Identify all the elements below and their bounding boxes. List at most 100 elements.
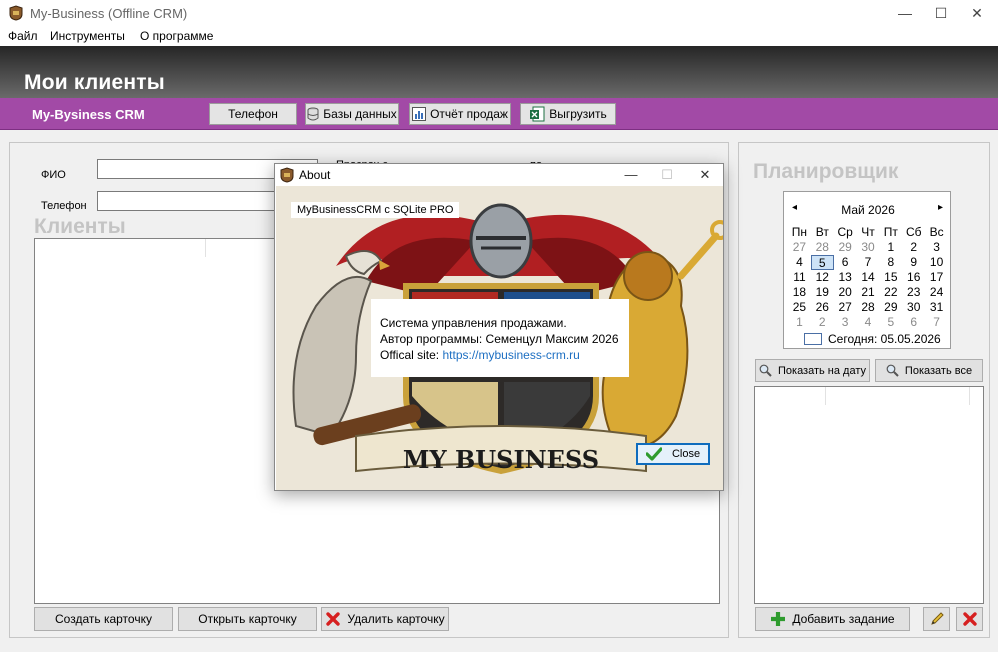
weekday-header: Пн — [791, 225, 808, 239]
calendar-day[interactable]: 17 — [925, 270, 948, 285]
calendar-day[interactable]: 9 — [902, 255, 925, 270]
delete-card-label: Удалить карточку — [347, 612, 445, 626]
page-title: Мои клиенты — [24, 71, 165, 94]
menu-about[interactable]: О программе — [140, 29, 213, 43]
open-card-button[interactable]: Открыть карточку — [178, 607, 317, 631]
calendar-day[interactable]: 3 — [834, 315, 857, 330]
weekday-header: Сб — [905, 225, 922, 239]
open-card-label: Открыть карточку — [198, 612, 297, 626]
calendar-day[interactable]: 10 — [925, 255, 948, 270]
phone-label: Телефон — [41, 200, 87, 212]
calendar-day[interactable]: 11 — [788, 270, 811, 285]
delete-task-button[interactable] — [956, 607, 983, 631]
dialog-minimize-button[interactable]: — — [613, 164, 649, 186]
about-author: Автор программы: Семенцул Максим 2026 — [380, 332, 619, 346]
magnifier-icon — [759, 364, 772, 377]
calendar-day-today[interactable]: 5 — [810, 255, 834, 270]
menu-tools[interactable]: Инструменты — [50, 29, 125, 43]
today-marker-icon — [804, 333, 822, 345]
close-window-button[interactable]: ✕ — [954, 0, 998, 26]
calendar-day[interactable]: 28 — [857, 300, 880, 315]
delete-icon — [326, 612, 341, 626]
databases-button-label: Базы данных — [323, 107, 397, 121]
phone-button[interactable]: Телефон — [209, 103, 297, 125]
calendar-day[interactable]: 6 — [834, 255, 857, 270]
sales-report-button[interactable]: Отчёт продаж — [409, 103, 511, 125]
weekday-header: Вт — [815, 225, 829, 239]
site-link[interactable]: https://mybusiness-crm.ru — [442, 348, 579, 362]
calendar-day[interactable]: 7 — [857, 255, 880, 270]
tasks-list[interactable] — [754, 386, 984, 604]
calendar-day[interactable]: 1 — [788, 315, 811, 330]
dialog-title-bar: About — ☐ ✕ — [275, 164, 723, 186]
dialog-close-x-button[interactable]: ✕ — [687, 164, 723, 186]
calendar-day[interactable]: 21 — [857, 285, 880, 300]
add-task-button[interactable]: Добавить задание — [755, 607, 910, 631]
show-all-button[interactable]: Показать все — [875, 359, 983, 382]
about-site-row: Offical site: https://mybusiness-crm.ru — [380, 348, 580, 362]
menu-file[interactable]: Файл — [8, 29, 38, 43]
calendar-day[interactable]: 23 — [902, 285, 925, 300]
calendar-day[interactable]: 30 — [902, 300, 925, 315]
calendar-day[interactable]: 20 — [834, 285, 857, 300]
weekday-header: Чт — [861, 225, 875, 239]
calendar-day[interactable]: 26 — [811, 300, 834, 315]
about-description: Система управления продажами. — [380, 316, 567, 330]
month-calendar[interactable]: ◂ Май 2026 ▸ Пн Вт Ср Чт Пт Сб Вс 27 28 29 30 1 2 3 4 5… — [783, 191, 951, 349]
calendar-day[interactable]: 29 — [879, 300, 902, 315]
calendar-day[interactable]: 29 — [834, 240, 857, 255]
create-card-label: Создать карточку — [55, 612, 152, 626]
add-task-label: Добавить задание — [792, 612, 895, 626]
weekday-header: Ср — [837, 225, 853, 239]
export-button[interactable]: Выгрузить — [520, 103, 616, 125]
calendar-day[interactable]: 12 — [811, 270, 834, 285]
calendar-day[interactable]: 27 — [834, 300, 857, 315]
calendar-day[interactable]: 4 — [788, 255, 811, 270]
calendar-day[interactable]: 2 — [902, 240, 925, 255]
calendar-day[interactable]: 28 — [811, 240, 834, 255]
toolbar: My-Bysiness CRM Телефон Базы данных Отчё… — [0, 98, 998, 130]
calendar-day[interactable]: 5 — [879, 315, 902, 330]
calendar-today-row[interactable]: Сегодня: 05.05.2026 — [804, 332, 941, 346]
header-banner: Мои клиенты — [0, 46, 998, 98]
art-motto: MY BUSINESS — [403, 445, 599, 474]
bar-chart-icon — [412, 107, 427, 121]
magnifier-icon — [886, 364, 899, 377]
create-card-button[interactable]: Создать карточку — [34, 607, 173, 631]
show-by-date-label: Показать на дату — [777, 364, 867, 377]
delete-card-button[interactable]: Удалить карточку — [321, 607, 449, 631]
calendar-day[interactable]: 31 — [925, 300, 948, 315]
calendar-day[interactable]: 6 — [902, 315, 925, 330]
database-icon — [307, 107, 319, 121]
calendar-day[interactable]: 15 — [879, 270, 902, 285]
calendar-day[interactable]: 2 — [811, 315, 834, 330]
calendar-day[interactable]: 7 — [925, 315, 948, 330]
about-info-box: Система управления продажами. Автор прог… — [371, 299, 629, 377]
show-by-date-button[interactable]: Показать на дату — [755, 359, 870, 382]
calendar-day[interactable]: 30 — [857, 240, 880, 255]
calendar-day[interactable]: 24 — [925, 285, 948, 300]
close-button[interactable]: Close — [636, 443, 710, 465]
calendar-day[interactable]: 14 — [857, 270, 880, 285]
calendar-day[interactable]: 18 — [788, 285, 811, 300]
calendar-today-label: Сегодня: 05.05.2026 — [828, 332, 941, 346]
calendar-day[interactable]: 8 — [879, 255, 902, 270]
calendar-day[interactable]: 25 — [788, 300, 811, 315]
calendar-day[interactable]: 1 — [879, 240, 902, 255]
calendar-day[interactable]: 16 — [902, 270, 925, 285]
calendar-day[interactable]: 13 — [834, 270, 857, 285]
calendar-next-icon[interactable]: ▸ — [938, 202, 943, 213]
about-dialog: About — ☐ ✕ MY BUSINESS MyBusinessCRM c … — [274, 163, 724, 491]
calendar-day[interactable]: 22 — [879, 285, 902, 300]
plus-icon — [771, 612, 786, 626]
calendar-day[interactable]: 19 — [811, 285, 834, 300]
calendar-month-label: Май 2026 — [841, 203, 895, 217]
show-all-label: Показать все — [904, 364, 973, 377]
edit-task-button[interactable] — [923, 607, 950, 631]
app-icon — [280, 167, 294, 183]
calendar-day[interactable]: 4 — [857, 315, 880, 330]
planner-panel: Планировщик ◂ Май 2026 ▸ Пн Вт Ср Чт Пт Сб Вс 2… — [738, 142, 990, 638]
calendar-day[interactable]: 3 — [925, 240, 948, 255]
calendar-day[interactable]: 27 — [788, 240, 811, 255]
databases-button[interactable]: Базы данных — [305, 103, 399, 125]
